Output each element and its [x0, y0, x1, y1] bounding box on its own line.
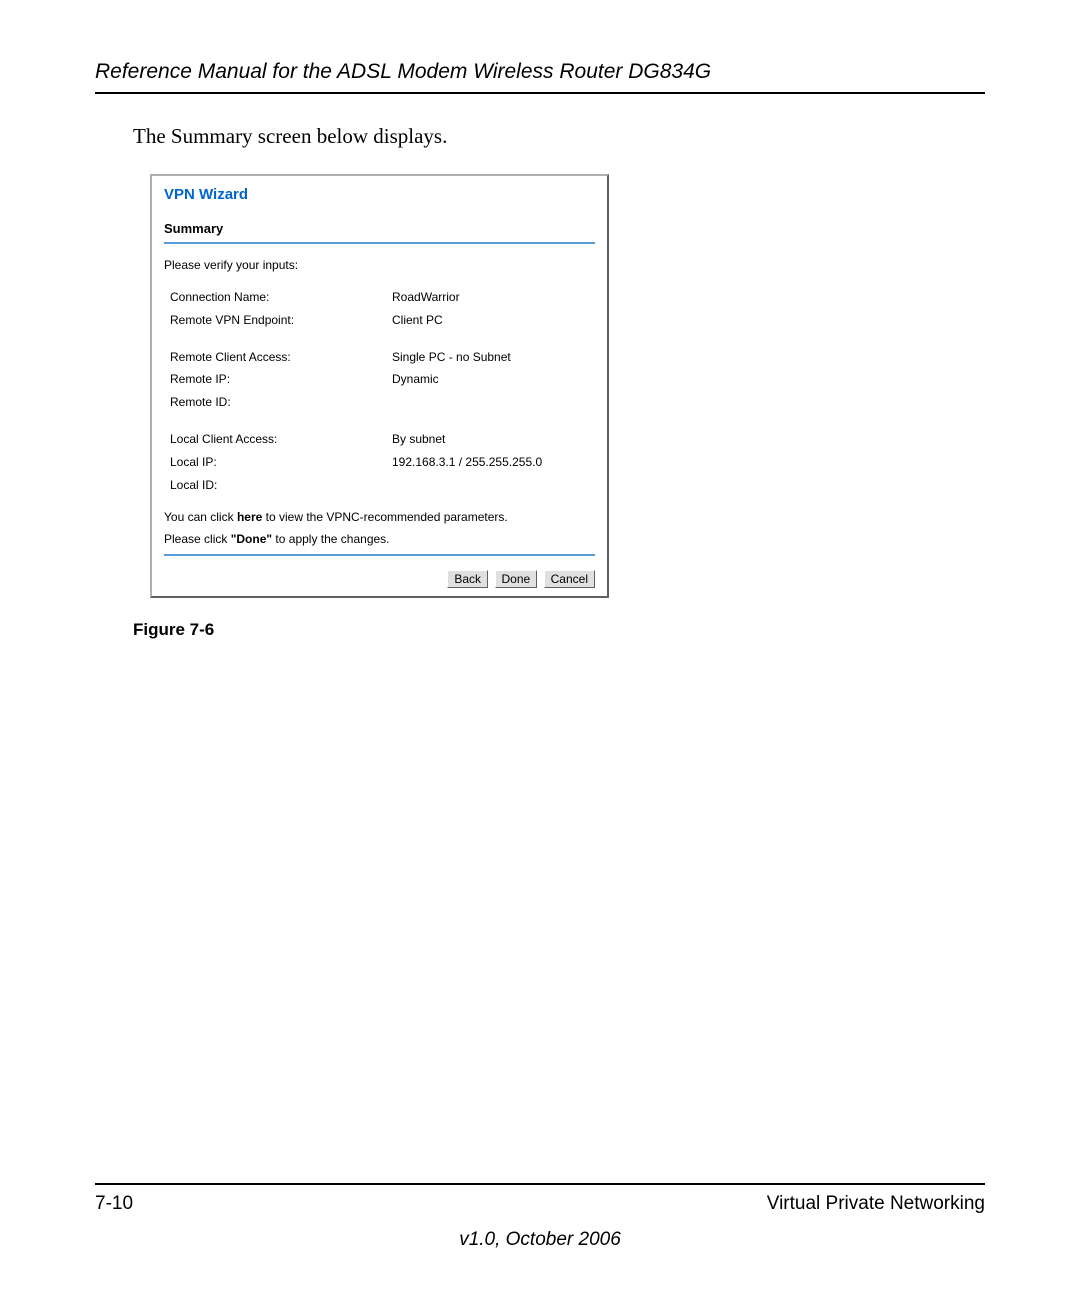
- field-value: 192.168.3.1 / 255.255.255.0: [392, 451, 595, 474]
- field-row: Local ID:: [164, 474, 595, 497]
- hint2-pre: Please click: [164, 532, 231, 546]
- field-label: Connection Name:: [170, 286, 392, 309]
- field-row: Local IP: 192.168.3.1 / 255.255.255.0: [164, 451, 595, 474]
- button-row: Back Done Cancel: [164, 570, 595, 588]
- field-row: Remote Client Access: Single PC - no Sub…: [164, 346, 595, 369]
- vpn-wizard-screenshot: VPN Wizard Summary Please verify your in…: [150, 174, 609, 598]
- field-row: Remote VPN Endpoint: Client PC: [164, 309, 595, 332]
- field-label: Remote VPN Endpoint:: [170, 309, 392, 332]
- divider-bottom: [164, 554, 595, 556]
- hint-post: to view the VPNC-recommended parameters.: [262, 510, 507, 524]
- done-hint-text: Please click "Done" to apply the changes…: [164, 532, 595, 546]
- hint-pre: You can click: [164, 510, 237, 524]
- field-group-connection: Connection Name: RoadWarrior Remote VPN …: [164, 286, 595, 332]
- field-label: Remote IP:: [170, 368, 392, 391]
- back-button[interactable]: Back: [447, 570, 488, 588]
- hint2-post: to apply the changes.: [272, 532, 389, 546]
- field-label: Local ID:: [170, 474, 392, 497]
- here-link[interactable]: here: [237, 510, 262, 524]
- field-value: [392, 474, 595, 497]
- field-value: Client PC: [392, 309, 595, 332]
- done-button[interactable]: Done: [495, 570, 538, 588]
- field-row: Remote ID:: [164, 391, 595, 414]
- version-text: v1.0, October 2006: [95, 1229, 985, 1251]
- intro-text: The Summary screen below displays.: [133, 124, 985, 149]
- field-row: Remote IP: Dynamic: [164, 368, 595, 391]
- field-group-remote: Remote Client Access: Single PC - no Sub…: [164, 346, 595, 414]
- field-value: Dynamic: [392, 368, 595, 391]
- verify-inputs-text: Please verify your inputs:: [164, 258, 595, 272]
- field-label: Local IP:: [170, 451, 392, 474]
- vpnc-hint-text: You can click here to view the VPNC-reco…: [164, 510, 595, 524]
- field-label: Remote ID:: [170, 391, 392, 414]
- figure-caption: Figure 7-6: [133, 620, 985, 640]
- field-value: RoadWarrior: [392, 286, 595, 309]
- page-footer: 7-10 Virtual Private Networking v1.0, Oc…: [95, 1183, 985, 1251]
- section-name: Virtual Private Networking: [767, 1193, 985, 1215]
- field-label: Local Client Access:: [170, 428, 392, 451]
- field-value: Single PC - no Subnet: [392, 346, 595, 369]
- footer-divider: [95, 1183, 985, 1185]
- wizard-title: VPN Wizard: [164, 186, 595, 203]
- field-value: [392, 391, 595, 414]
- cancel-button[interactable]: Cancel: [544, 570, 595, 588]
- field-row: Local Client Access: By subnet: [164, 428, 595, 451]
- divider-top: [164, 242, 595, 244]
- field-group-local: Local Client Access: By subnet Local IP:…: [164, 428, 595, 496]
- summary-heading: Summary: [164, 221, 595, 236]
- page-number: 7-10: [95, 1193, 133, 1215]
- doc-header-title: Reference Manual for the ADSL Modem Wire…: [95, 60, 985, 84]
- field-value: By subnet: [392, 428, 595, 451]
- header-divider: [95, 92, 985, 94]
- field-label: Remote Client Access:: [170, 346, 392, 369]
- done-bold: "Done": [231, 532, 272, 546]
- field-row: Connection Name: RoadWarrior: [164, 286, 595, 309]
